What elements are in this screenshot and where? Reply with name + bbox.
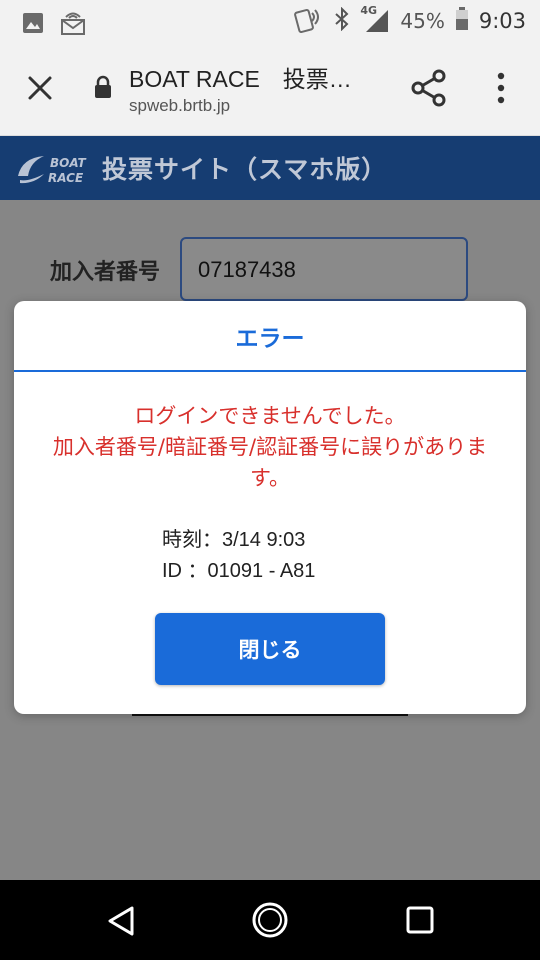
page-url[interactable]: spweb.brtb.jp — [129, 96, 230, 116]
error-message-line3: す。 — [250, 466, 290, 490]
network-type-label: 4G — [360, 4, 378, 17]
error-details: 時刻：3/14 9:03 ID ：01091 - A81 — [162, 525, 315, 587]
home-button[interactable] — [251, 901, 289, 939]
status-bar: 4G 45% 9:03 — [0, 0, 540, 42]
battery-icon — [455, 7, 469, 35]
dialog-divider — [14, 370, 526, 372]
boat-race-logo: BOAT RACE — [14, 150, 90, 188]
share-button[interactable] — [410, 68, 448, 108]
site-title: 投票サイト（スマホ版） — [102, 155, 388, 184]
error-id: ID ：01091 - A81 — [162, 560, 316, 582]
svg-text:RACE: RACE — [48, 171, 84, 185]
battery-percent: 45% — [400, 9, 445, 33]
error-message-line2: 加入者番号/暗証番号/認証番号に誤りがありま — [52, 435, 488, 459]
back-button[interactable] — [104, 904, 138, 938]
page-title: BOAT RACE 投票… — [129, 66, 352, 92]
close-icon — [28, 76, 52, 100]
close-dialog-button[interactable]: 閉じる — [155, 613, 385, 685]
more-menu-button[interactable] — [490, 70, 512, 106]
svg-text:BOAT: BOAT — [50, 156, 86, 170]
more-vert-icon — [497, 72, 505, 104]
nfc-icon — [294, 5, 324, 37]
back-icon — [108, 906, 134, 936]
member-number-input[interactable]: 07187438 — [180, 237, 468, 301]
site-header: BOAT RACE 投票サイト（スマホ版） — [0, 136, 540, 200]
error-message: ログインできませんでした。 加入者番号/暗証番号/認証番号に誤りがありま す。 — [34, 401, 506, 494]
recent-apps-icon — [406, 906, 434, 934]
error-dialog: エラー ログインできませんでした。 加入者番号/暗証番号/認証番号に誤りがありま… — [14, 301, 526, 714]
close-button[interactable] — [22, 70, 58, 106]
lock-icon — [92, 75, 114, 99]
bluetooth-icon — [334, 6, 350, 35]
dialog-title: エラー — [235, 326, 305, 352]
mail-icon — [60, 10, 86, 40]
recent-apps-button[interactable] — [405, 905, 435, 935]
image-icon — [22, 12, 44, 38]
error-message-line1: ログインできませんでした。 — [134, 404, 406, 428]
error-time: 時刻：3/14 9:03 — [162, 529, 306, 551]
member-number-label: 加入者番号 — [50, 260, 161, 285]
browser-toolbar: BOAT RACE 投票… spweb.brtb.jp — [0, 42, 540, 136]
clock: 9:03 — [478, 9, 526, 33]
navigation-bar — [0, 880, 540, 960]
share-icon — [411, 69, 446, 107]
signal-icon: 4G — [360, 4, 390, 34]
home-icon — [252, 902, 288, 938]
